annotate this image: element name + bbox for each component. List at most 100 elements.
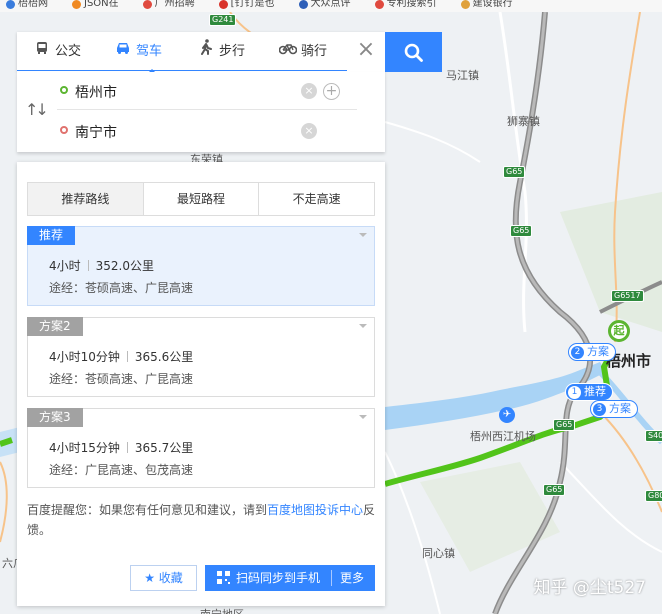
divider [126, 442, 128, 453]
bookmark-icon [218, 0, 228, 9]
bookmark-label: 大众点评 [310, 0, 351, 9]
walk-icon [197, 32, 215, 70]
route-time: 4小时10分钟 [49, 350, 120, 364]
bookmarks-bar: 梧梧网 JSON在 广州招聘 [钉钉是也 大众点评 专利搜索引 建设银行 [0, 0, 662, 12]
bookmark-icon [6, 0, 15, 9]
route-via: 途经：广昆高速、包茂高速 [49, 463, 194, 477]
route-preference-tabs: 推荐路线 最短路程 不走高速 [27, 182, 375, 216]
close-icon[interactable]: × [354, 39, 378, 63]
bookmark-item[interactable]: [钉钉是也 [218, 0, 275, 9]
bookmark-label: [钉钉是也 [230, 0, 275, 9]
bookmark-item[interactable]: 专利搜索引 [374, 0, 437, 9]
tab-shortest-route[interactable]: 最短路程 [142, 183, 259, 215]
divider [126, 351, 128, 362]
bookmark-item[interactable]: JSON在 [72, 0, 119, 9]
place-airport: 梧州西江机场 [470, 430, 536, 443]
tab-bike[interactable]: 骑行 [278, 32, 327, 70]
route-via: 途经：苍硕高速、广昆高速 [49, 281, 194, 295]
route-label: 推荐 [27, 226, 76, 245]
destination-field[interactable]: 南宁市 × [57, 112, 357, 150]
road-shield-g6517: G6517 [611, 290, 644, 302]
tip-text: 百度提醒您：如果您有任何意见和建议，请到 [27, 503, 268, 517]
bus-icon [33, 32, 51, 70]
add-waypoint-icon[interactable]: + [323, 83, 340, 100]
route-summary: 4小时 352.0公里 [49, 257, 154, 274]
search-button[interactable] [385, 32, 442, 72]
chevron-down-icon[interactable] [359, 233, 367, 241]
divider [87, 260, 89, 271]
road-shield-g65: G65 [503, 166, 526, 178]
bookmark-item[interactable]: 广州招聘 [142, 0, 195, 9]
tab-label: 驾车 [136, 44, 163, 59]
swap-icon[interactable]: ↑↓ [25, 100, 49, 119]
clear-origin-icon[interactable]: × [301, 83, 317, 99]
origin-dot-icon [60, 86, 68, 94]
origin-input[interactable]: 梧州市 [75, 82, 117, 102]
tab-walk[interactable]: 步行 [197, 32, 245, 70]
route-tag-plan3[interactable]: 3 方案 [590, 400, 638, 418]
route-tag-label: 推荐 [584, 385, 606, 398]
route-option-plan3[interactable]: 方案3 4小时15分钟 365.7公里 途经：广昆高速、包茂高速 [27, 408, 375, 488]
airplane-icon: ✈ [499, 407, 515, 423]
star-icon: ★ [144, 571, 155, 585]
route-time: 4小时15分钟 [49, 441, 120, 455]
bookmark-icon [72, 0, 81, 9]
tab-avoid-highway[interactable]: 不走高速 [258, 183, 375, 215]
route-tag-number: 3 [593, 403, 606, 416]
tab-label: 公交 [55, 44, 82, 59]
travel-mode-tabs: 公交 驾车 步行 骑行 × [17, 32, 385, 74]
route-label: 方案2 [27, 317, 83, 336]
route-results-panel: 推荐路线 最短路程 不走高速 推荐 4小时 352.0公里 途经：苍硕高速、广昆高… [17, 162, 385, 606]
route-label: 方案3 [27, 408, 83, 427]
bookmark-item[interactable]: 大众点评 [298, 0, 351, 9]
place-majiang: 马江镇 [446, 69, 479, 82]
destination-dot-icon [60, 126, 68, 134]
chevron-down-icon[interactable] [359, 324, 367, 332]
favorite-label: 收藏 [158, 571, 183, 585]
route-tag-plan2[interactable]: 2 方案 [568, 343, 616, 361]
origin-field[interactable]: 梧州市 × + [57, 72, 357, 110]
tab-recommended-route[interactable]: 推荐路线 [28, 183, 143, 215]
route-summary: 4小时15分钟 365.7公里 [49, 439, 193, 456]
bookmark-label: JSON在 [84, 0, 119, 9]
bookmark-item[interactable]: 梧梧网 [6, 0, 48, 9]
tab-bus[interactable]: 公交 [33, 32, 81, 70]
road-shield-g65: G65 [543, 484, 566, 496]
bookmark-label: 广州招聘 [154, 0, 195, 9]
bookmark-label: 专利搜索引 [386, 0, 437, 9]
route-option-recommended[interactable]: 推荐 4小时 352.0公里 途经：苍硕高速、广昆高速 [27, 226, 375, 306]
more-button[interactable]: 更多 [340, 565, 364, 591]
sync-to-phone-button[interactable]: 扫码同步到手机 更多 [205, 565, 375, 591]
tab-label: 步行 [219, 44, 246, 59]
route-summary: 4小时10分钟 365.6公里 [49, 348, 193, 365]
bookmark-icon [460, 0, 470, 9]
route-address-panel: ↑↓ 梧州市 × + 南宁市 × [17, 72, 385, 152]
route-via: 途经：苍硕高速、广昆高速 [49, 372, 194, 386]
search-icon [404, 43, 423, 62]
road-shield-g65: G65 [553, 419, 576, 431]
bookmark-item[interactable]: 建设银行 [460, 0, 513, 9]
bookmark-label: 建设银行 [472, 0, 513, 9]
bookmark-label: 梧梧网 [18, 0, 48, 9]
start-marker[interactable]: 起 [608, 320, 630, 342]
sync-label: 扫码同步到手机 [236, 571, 321, 585]
route-option-plan2[interactable]: 方案2 4小时10分钟 365.6公里 途经：苍硕高速、广昆高速 [27, 317, 375, 397]
route-tag-label: 方案 [609, 402, 631, 415]
route-distance: 365.6公里 [134, 350, 194, 364]
destination-input[interactable]: 南宁市 [75, 122, 117, 142]
bookmark-icon [374, 0, 384, 9]
qr-code-icon [217, 571, 230, 584]
place-shizhai: 狮寨镇 [507, 115, 540, 128]
divider [331, 570, 332, 586]
tab-active-indicator [117, 69, 187, 74]
bookmark-icon [142, 0, 152, 9]
route-tag-recommend[interactable]: 1 推荐 [565, 383, 613, 401]
complaint-center-link[interactable]: 百度地图投诉中心 [267, 503, 363, 517]
car-icon [114, 32, 132, 70]
road-shield-g65: G65 [510, 225, 533, 237]
feedback-tip: 百度提醒您：如果您有任何意见和建议，请到百度地图投诉中心反馈。 [27, 500, 377, 540]
favorite-button[interactable]: ★ 收藏 [130, 565, 197, 591]
clear-destination-icon[interactable]: × [301, 123, 317, 139]
watermark: 知乎 @尘t527 [533, 578, 646, 598]
chevron-down-icon[interactable] [359, 415, 367, 423]
